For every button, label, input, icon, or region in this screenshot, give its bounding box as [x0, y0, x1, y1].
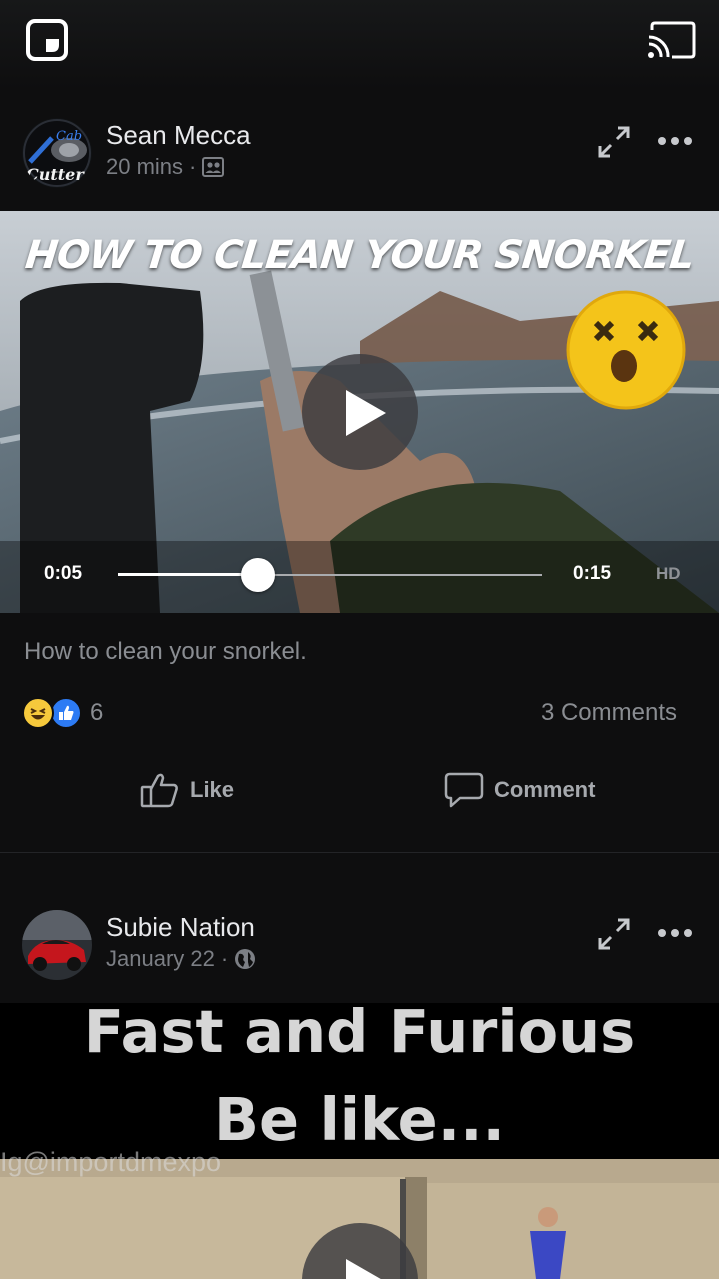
- video-player[interactable]: HOW TO CLEAN YOUR SNORKEL 0:05 0:15 HD: [0, 211, 719, 613]
- post-header: Cab Cutter Sean Mecca 20 mins ·: [0, 104, 719, 194]
- expand-icon[interactable]: [596, 124, 632, 160]
- meta-separator: ·: [189, 154, 197, 179]
- video-player[interactable]: Fast and Furious Be like... Ig@importdme…: [0, 1003, 719, 1279]
- author-name[interactable]: Sean Mecca: [106, 120, 251, 151]
- expand-icon[interactable]: [596, 916, 632, 952]
- post-meta: 20 mins ·: [106, 154, 225, 180]
- post-divider: [0, 852, 719, 853]
- video-overlay-line1: Fast and Furious: [83, 1003, 636, 1066]
- cast-icon[interactable]: [646, 20, 696, 60]
- video-overlay-title: HOW TO CLEAN YOUR SNORKEL: [23, 233, 696, 278]
- top-bar: [0, 0, 719, 90]
- current-time: 0:05: [44, 563, 83, 584]
- like-label: Like: [190, 777, 235, 802]
- svg-text:Cutter: Cutter: [26, 165, 85, 184]
- comment-icon: [444, 772, 484, 808]
- hd-toggle[interactable]: HD: [656, 564, 681, 584]
- post-caption: How to clean your snorkel.: [24, 638, 307, 665]
- video-overlay-line2: Be like...: [214, 1085, 505, 1154]
- avatar[interactable]: Cab Cutter: [22, 118, 92, 188]
- like-icon: [50, 697, 82, 729]
- video-watermark: Ig@importdmexpo: [0, 1147, 221, 1177]
- more-options-icon[interactable]: [655, 134, 695, 148]
- thumbs-up-icon: [140, 773, 178, 808]
- post-header: Subie Nation January 22 ·: [0, 896, 719, 986]
- author-name[interactable]: Subie Nation: [106, 912, 255, 943]
- comments-count[interactable]: 3 Comments: [541, 699, 677, 727]
- globe-icon: [235, 949, 256, 969]
- friends-icon: [202, 157, 225, 177]
- svg-text:Cab: Cab: [56, 129, 82, 144]
- comment-label: Comment: [494, 777, 596, 802]
- more-options-icon[interactable]: [655, 926, 695, 940]
- post-meta: January 22 ·: [106, 946, 256, 972]
- reaction-count: 6: [90, 699, 104, 726]
- post-time[interactable]: January 22: [106, 946, 215, 972]
- duration: 0:15: [573, 563, 612, 584]
- comment-button[interactable]: Comment: [444, 770, 595, 810]
- dizzy-emoji-icon: [566, 290, 686, 410]
- seek-thumb[interactable]: [240, 558, 275, 592]
- picture-in-picture-icon[interactable]: [26, 19, 68, 61]
- meta-separator: ·: [220, 946, 229, 971]
- seek-progress: [118, 573, 258, 576]
- play-button[interactable]: [302, 354, 418, 470]
- avatar[interactable]: [22, 910, 92, 980]
- like-button[interactable]: Like: [140, 770, 234, 810]
- reaction-summary[interactable]: 6: [22, 696, 103, 730]
- post-time[interactable]: 20 mins: [106, 154, 183, 180]
- haha-icon: [22, 697, 54, 729]
